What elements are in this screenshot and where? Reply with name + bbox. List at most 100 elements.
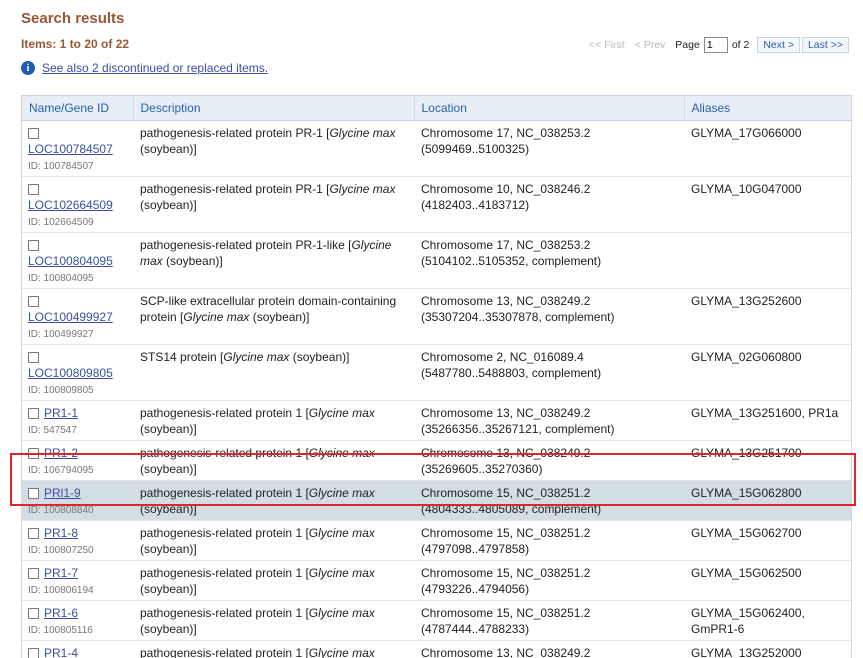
gene-name-link[interactable]: PR1-7 [44, 566, 78, 580]
row-checkbox[interactable] [28, 184, 39, 196]
gene-id: ID: 100809805 [28, 385, 94, 396]
description-suffix: (soybean)] [140, 142, 197, 156]
name-cell: PRl1-9 ID: 100808840 [22, 480, 133, 521]
column-header-location[interactable]: Location [414, 95, 685, 121]
gene-id: ID: 100808840 [28, 505, 94, 516]
gene-id: ID: 100804095 [28, 273, 94, 284]
table-row: PR1-1 ID: 547547 pathogenesis-related prot… [22, 400, 851, 441]
aliases-text: GLYMA_13G251700 [691, 446, 802, 460]
aliases-cell: GLYMA_13G252600 [684, 288, 851, 345]
table-row: PR1-6 ID: 100805116 pathogenesis-related p… [22, 600, 851, 641]
description-text: pathogenesis-related protein 1 [ [140, 606, 309, 620]
description-cell: pathogenesis-related protein 1 [Glycine … [133, 560, 414, 601]
page-number-input[interactable] [703, 37, 728, 53]
row-checkbox[interactable] [28, 296, 39, 308]
see-also-notice: i See also 2 discontinued or replaced it… [21, 61, 268, 75]
chromosome-text: Chromosome 17, NC_038253.2 [421, 126, 591, 140]
organism-name: Glycine max [308, 406, 375, 420]
description-text: pathogenesis-related protein 1 [ [140, 406, 309, 420]
row-checkbox[interactable] [28, 648, 39, 658]
description-cell: pathogenesis-related protein 1 [Glycine … [133, 440, 414, 481]
gene-id: ID: 100806194 [28, 585, 94, 596]
description-suffix: (soybean)] [140, 582, 197, 596]
last-page-button[interactable]: Last >> [801, 37, 849, 53]
gene-id: ID: 100784507 [28, 161, 94, 172]
aliases-cell: GLYMA_13G252000 [684, 640, 851, 658]
table-row: LOC102664509 ID: 102664509 pathogenesis-re… [22, 176, 851, 233]
aliases-cell: GLYMA_15G062400, GmPR1-6 [684, 600, 851, 641]
chromosome-text: Chromosome 13, NC_038249.2 [421, 406, 591, 420]
row-checkbox[interactable] [28, 608, 39, 620]
chromosome-text: Chromosome 15, NC_038251.2 [421, 606, 591, 620]
location-cell: Chromosome 15, NC_038251.2 (4787444..4788… [414, 600, 684, 641]
location-cell: Chromosome 10, NC_038246.2 (4182403..4183… [414, 176, 684, 233]
gene-name-link[interactable]: LOC100809805 [28, 366, 113, 380]
name-cell: LOC100784507 ID: 100784507 [22, 120, 133, 177]
column-header-description[interactable]: Description [133, 95, 415, 121]
name-cell: PR1-7 ID: 100806194 [22, 560, 133, 601]
prev-page-button: < Prev [634, 39, 666, 51]
aliases-text: GLYMA_13G252000 [691, 646, 802, 658]
row-checkbox[interactable] [28, 448, 39, 460]
gene-name-link[interactable]: PR1-8 [44, 526, 78, 540]
organism-name: Glycine max [183, 310, 250, 324]
see-also-link[interactable]: See also 2 discontinued or replaced item… [42, 61, 268, 75]
aliases-text: GLYMA_15G062700 [691, 526, 802, 540]
organism-name: Glycine max [308, 566, 375, 580]
location-cell: Chromosome 13, NC_038249.2 [414, 640, 684, 658]
description-text: STS14 protein [ [140, 350, 224, 364]
gene-name-link[interactable]: LOC100499927 [28, 310, 113, 324]
gene-id: ID: 100499927 [28, 329, 94, 340]
description-suffix: (soybean)] [140, 502, 197, 516]
gene-name-link[interactable]: PRl1-9 [44, 486, 81, 500]
gene-name-link[interactable]: PR1-1 [44, 406, 78, 420]
chromosome-text: Chromosome 13, NC_038249.2 [421, 294, 591, 308]
gene-name-link[interactable]: LOC102664509 [28, 198, 113, 212]
gene-name-link[interactable]: PR1-2 [44, 446, 78, 460]
coordinates-text: (5099469..5100325) [421, 142, 530, 156]
location-cell: Chromosome 13, NC_038249.2 (35266356..352… [414, 400, 684, 441]
gene-id: ID: 100807250 [28, 545, 94, 556]
organism-name: Glycine max [329, 182, 396, 196]
organism-name: Glycine max [223, 350, 290, 364]
next-page-button[interactable]: Next > [757, 37, 800, 53]
gene-name-link[interactable]: PR1-4 [44, 646, 78, 658]
location-cell: Chromosome 2, NC_016089.4 (5487780..54888… [414, 344, 684, 401]
gene-id: ID: 102664509 [28, 217, 94, 228]
chromosome-text: Chromosome 10, NC_038246.2 [421, 182, 591, 196]
description-cell: STS14 protein [Glycine max (soybean)] [133, 344, 414, 401]
description-text: pathogenesis-related protein 1 [ [140, 446, 309, 460]
pager: << First < Prev Page of 2 Next > Last >> [589, 37, 849, 53]
aliases-text: GLYMA_17G066000 [691, 126, 802, 140]
organism-name: Glycine max [308, 446, 375, 460]
row-checkbox[interactable] [28, 240, 39, 252]
column-header-aliases[interactable]: Aliases [684, 95, 851, 121]
aliases-cell: GLYMA_02G060800 [684, 344, 851, 401]
row-checkbox[interactable] [28, 528, 39, 540]
row-checkbox[interactable] [28, 488, 39, 500]
description-cell: pathogenesis-related protein PR-1 [Glyci… [133, 120, 414, 177]
page-total-label: of 2 [731, 39, 750, 51]
description-suffix: (soybean)] [289, 350, 350, 364]
gene-id: ID: 100805116 [28, 625, 93, 636]
location-cell: Chromosome 17, NC_038253.2 (5104102..5105… [414, 232, 684, 289]
coordinates-text: (4804333..4805089, complement) [421, 502, 602, 516]
organism-name: Glycine max [308, 646, 375, 658]
items-count: Items: 1 to 20 of 22 [21, 37, 130, 51]
aliases-text: GLYMA_15G062400, GmPR1-6 [691, 606, 805, 636]
column-header-name[interactable]: Name/Gene ID [22, 95, 134, 121]
row-checkbox[interactable] [28, 352, 39, 364]
aliases-cell: GLYMA_15G062700 [684, 520, 851, 561]
row-checkbox[interactable] [28, 568, 39, 580]
aliases-text: GLYMA_13G252600 [691, 294, 802, 308]
coordinates-text: (35307204..35307878, complement) [421, 310, 615, 324]
table-row: LOC100809805 ID: 100809805 STS14 protein [… [22, 344, 851, 401]
gene-name-link[interactable]: LOC100804095 [28, 254, 113, 268]
name-cell: PR1-6 ID: 100805116 [22, 600, 133, 641]
gene-name-link[interactable]: LOC100784507 [28, 142, 113, 156]
table-row: PR1-4 pathogenesis-related protein 1 [Gly… [22, 640, 851, 658]
row-checkbox[interactable] [28, 128, 39, 140]
gene-name-link[interactable]: PR1-6 [44, 606, 78, 620]
row-checkbox[interactable] [28, 408, 39, 420]
description-cell: pathogenesis-related protein 1 [Glycine … [133, 600, 414, 641]
